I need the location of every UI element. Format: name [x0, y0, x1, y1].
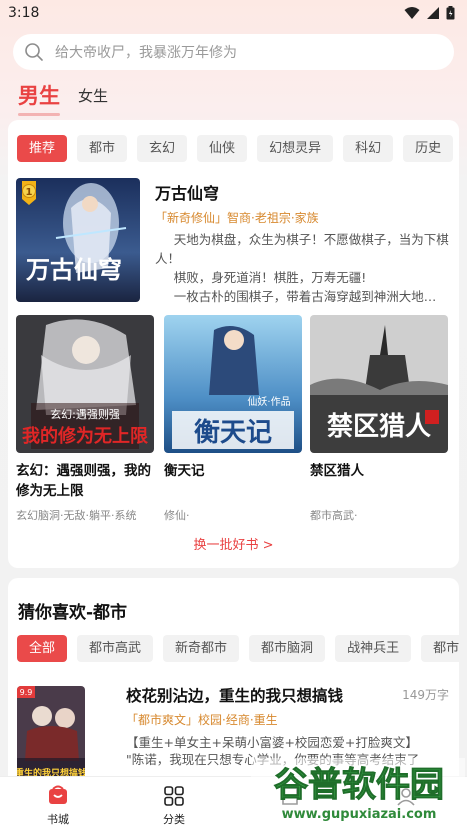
section-title: 猜你喜欢-都市 — [18, 603, 128, 623]
book-word-count: 149万字 — [402, 688, 449, 702]
rank-badge-icon: 1 — [22, 181, 36, 205]
recommend-card: 推荐 都市 玄幻 仙侠 幻想灵异 科幻 历史 军事 万古仙穹 1 — [8, 120, 459, 568]
chip-history[interactable]: 历史 — [403, 135, 454, 162]
rank-badge-number: 1 — [26, 187, 33, 198]
featured-book-tags: 「新奇修仙」智商·老祖宗·家族 — [155, 211, 319, 225]
search-placeholder: 给大帝收尸，我暴涨万年修为 — [55, 45, 237, 61]
chip-urban[interactable]: 都市 — [77, 135, 128, 162]
watermark-logo: 谷普软件园 www.gupuxiazai.com — [251, 758, 465, 828]
status-icons — [404, 6, 455, 20]
battery-icon — [446, 6, 455, 20]
chip-recommend[interactable]: 推荐 — [17, 135, 68, 162]
search-bar[interactable]: 给大帝收尸，我暴涨万年修为 — [13, 34, 454, 70]
featured-desc-line: 棋败，身死道消！棋胜，万寿无疆! — [173, 270, 367, 285]
grid-cover-subtitle: 玄幻:遇强则强 — [50, 407, 120, 421]
featured-book-desc: 天地为棋盘，众生为棋子！不愿做棋子，当为下棋人！ 棋败，身死道消！棋胜，万寿无疆… — [155, 230, 451, 306]
grid-book[interactable]: 仙妖·作品 衡天记 衡天记 修仙· — [164, 315, 302, 523]
book-title[interactable]: 校花别沾边，重生的我只想搞钱 — [126, 684, 343, 706]
grid-book-cover[interactable]: 玄幻:遇强则强 我的修为无上限 — [16, 315, 154, 453]
featured-book-title[interactable]: 万古仙穹 — [155, 180, 219, 204]
grid-book-tags: 玄幻脑洞·无敌·躺平·系统 — [16, 509, 137, 522]
chip-scifi[interactable]: 科幻 — [343, 135, 394, 162]
subcategory-chips: 全部 都市高武 新奇都市 都市脑洞 战神兵王 都市爽文 — [17, 635, 459, 662]
status-time: 3:18 — [8, 5, 40, 21]
chip-fantasy[interactable]: 玄幻 — [137, 135, 188, 162]
grid-book-tags: 修仙· — [164, 509, 190, 522]
tab-male[interactable]: 男生 — [18, 80, 60, 116]
bookstore-icon — [49, 785, 67, 804]
category-chips: 推荐 都市 玄幻 仙侠 幻想灵异 科幻 历史 军事 — [17, 135, 459, 162]
grid-book[interactable]: 玄幻:遇强则强 我的修为无上限 玄幻：遇强则强，我的修为无上限 玄幻脑洞·无敌·… — [16, 315, 154, 523]
signal-icon — [427, 7, 439, 19]
tab-female[interactable]: 女生 — [78, 85, 108, 114]
chip-all[interactable]: 全部 — [17, 635, 68, 662]
nav-category[interactable]: 分类 — [116, 777, 232, 830]
grid-book-tags: 都市高武· — [310, 509, 358, 522]
status-bar: 3:18 — [0, 0, 467, 28]
grid-book[interactable]: 禁区猎人 禁区猎人 都市高武· — [310, 315, 448, 523]
featured-desc-line: 一枚古朴的围棋子，带着古海穿越到神洲大地… — [173, 289, 437, 304]
grid-book-title[interactable]: 衡天记 — [164, 461, 302, 481]
grid-cover-title: 我的修为无上限 — [22, 425, 149, 447]
featured-book-cover[interactable]: 万古仙穹 1 — [16, 178, 140, 302]
grid-book-cover[interactable]: 仙妖·作品 衡天记 — [164, 315, 302, 453]
refresh-button[interactable]: 换一批好书 > — [8, 534, 459, 553]
book-cover[interactable]: 重生的我只想搞钱 9.9 — [17, 686, 85, 786]
book-tags: 「都市爽文」校园·经商·重生 — [126, 713, 278, 727]
gender-tabs: 男生 女生 — [18, 80, 108, 116]
chip-urban-martial[interactable]: 都市高武 — [77, 635, 154, 662]
featured-cover-title: 万古仙穹 — [26, 255, 122, 284]
wifi-icon — [404, 7, 420, 19]
chip-urban-cool[interactable]: 都市爽文 — [421, 635, 459, 662]
chip-supernatural[interactable]: 幻想灵异 — [257, 135, 334, 162]
featured-desc-line: 天地为棋盘，众生为棋子！不愿做棋子，当为下棋人！ — [155, 232, 449, 266]
grid-cover-subtitle: 仙妖·作品 — [247, 395, 290, 408]
watermark-url: www.gupuxiazai.com — [282, 807, 437, 822]
grid-book-title[interactable]: 玄幻：遇强则强，我的修为无上限 — [16, 461, 154, 501]
book-desc-line: 【重生+单女主+呆萌小富婆+校园恋爱+打脸爽文】 — [126, 735, 418, 750]
chip-war-god[interactable]: 战神兵王 — [335, 635, 412, 662]
search-icon — [25, 43, 43, 61]
book-score: 9.9 — [20, 688, 33, 697]
chip-novel-urban[interactable]: 新奇都市 — [163, 635, 240, 662]
watermark-title: 谷普软件园 — [274, 765, 444, 805]
grid-cover-title: 禁区猎人 — [327, 412, 431, 442]
nav-bookstore[interactable]: 书城 — [0, 777, 116, 830]
chip-xianxia[interactable]: 仙侠 — [197, 135, 248, 162]
grid-cover-title: 衡天记 — [194, 417, 272, 448]
category-icon — [164, 786, 184, 806]
grid-book-title[interactable]: 禁区猎人 — [310, 461, 448, 481]
nav-label: 书城 — [47, 813, 69, 826]
nav-label: 分类 — [163, 813, 185, 826]
grid-book-cover[interactable]: 禁区猎人 — [310, 315, 448, 453]
chip-urban-whimsy[interactable]: 都市脑洞 — [249, 635, 326, 662]
